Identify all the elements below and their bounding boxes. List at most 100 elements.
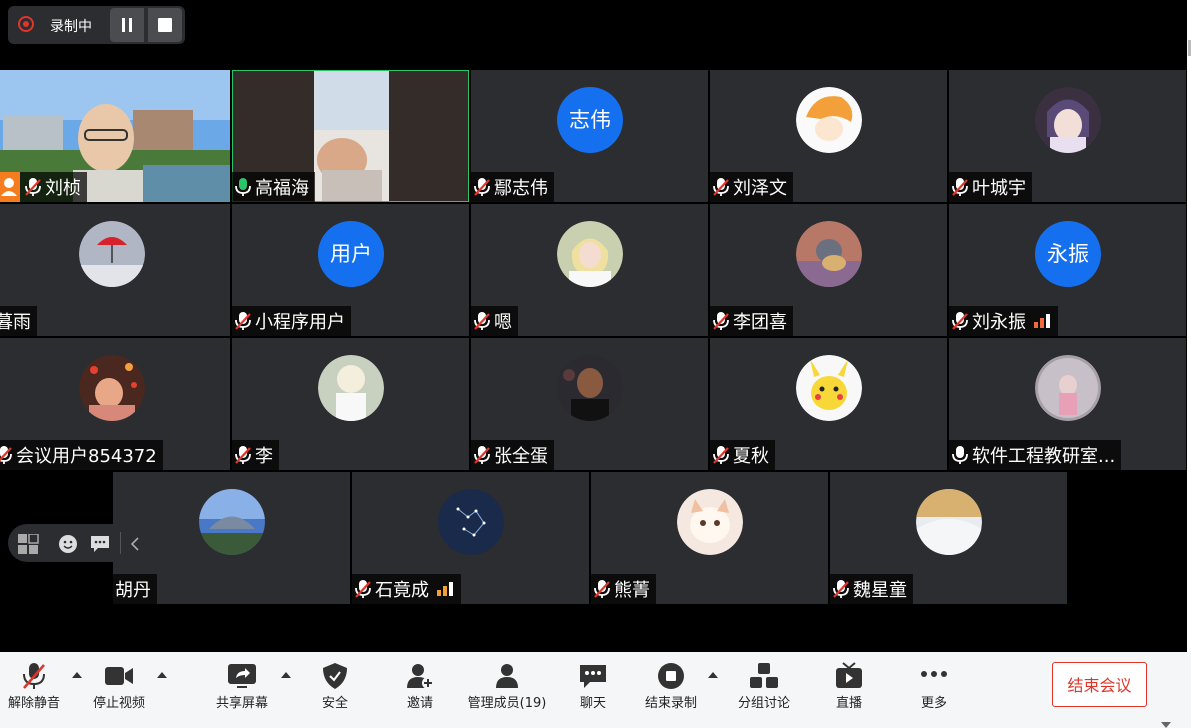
- avatar: [557, 355, 623, 421]
- unmute-button[interactable]: 解除静音: [0, 652, 68, 728]
- participant-name-tag: 刘永振: [949, 306, 1058, 336]
- participant-name: 魏星童: [853, 580, 907, 601]
- add-user-icon: [407, 664, 434, 689]
- more-label: 更多: [920, 696, 947, 711]
- participant-tile[interactable]: 刘桢: [0, 70, 230, 202]
- end-recording-button[interactable]: 结束录制: [637, 652, 705, 728]
- live-label: 直播: [835, 696, 862, 711]
- participant-tile[interactable]: 志伟 鄢志伟: [471, 70, 708, 202]
- chat-bubble-icon[interactable]: [90, 534, 112, 558]
- shield-icon: [323, 663, 347, 689]
- invite-label: 邀请: [406, 696, 433, 711]
- recording-options-caret[interactable]: [708, 672, 718, 678]
- stop-icon: [158, 18, 172, 32]
- participant-tile[interactable]: 嗯: [471, 204, 708, 336]
- participant-name: 石竟成: [375, 580, 429, 601]
- participant-name-tag: 暮雨: [0, 306, 37, 336]
- participant-name: 暮雨: [0, 312, 31, 333]
- participant-name: 刘泽文: [733, 178, 787, 199]
- avatar: 志伟: [557, 87, 623, 153]
- participant-tile[interactable]: 李: [232, 338, 469, 470]
- mic-muted-icon: [712, 311, 730, 331]
- collapse-icon[interactable]: [128, 534, 142, 558]
- avatar: [1035, 87, 1101, 153]
- mic-muted-icon: [712, 445, 730, 465]
- participant-tile[interactable]: 张全蛋: [471, 338, 708, 470]
- share-options-caret[interactable]: [281, 672, 291, 678]
- participant-tile[interactable]: 用户 小程序用户: [232, 204, 469, 336]
- participant-name-tag: 李: [232, 440, 279, 470]
- avatar: [79, 221, 145, 287]
- avatar: [796, 355, 862, 421]
- security-label: 安全: [321, 696, 348, 711]
- share-screen-label: 共享屏幕: [215, 696, 268, 711]
- participant-tile[interactable]: 软件工程教研室...: [949, 338, 1186, 470]
- live-button[interactable]: 直播: [815, 652, 883, 728]
- chevron-down-icon[interactable]: [1161, 722, 1171, 728]
- chat-button[interactable]: 聊天: [559, 652, 627, 728]
- scrollbar[interactable]: [1187, 0, 1191, 652]
- stop-recording-button[interactable]: [148, 8, 182, 42]
- recording-icon: [18, 16, 34, 32]
- participant-name: 刘永振: [972, 312, 1026, 333]
- video-options-caret[interactable]: [157, 672, 167, 678]
- grid-layout-icon[interactable]: [18, 533, 40, 558]
- participant-tile[interactable]: 高福海: [232, 70, 469, 202]
- participant-name: 张全蛋: [494, 446, 548, 467]
- participant-name-tag: 嗯: [471, 306, 518, 336]
- mic-muted-icon: [473, 311, 491, 331]
- participant-name-tag: 鄢志伟: [471, 172, 554, 202]
- participant-name-tag: 软件工程教研室...: [949, 440, 1122, 470]
- mic-muted-icon: [234, 311, 252, 331]
- avatar: [557, 221, 623, 287]
- mic-icon: [951, 445, 969, 465]
- participant-name-tag: 小程序用户: [232, 306, 351, 336]
- participant-tile[interactable]: 夏秋: [710, 338, 947, 470]
- host-icon: [0, 172, 20, 202]
- mic-muted-icon: [0, 445, 13, 465]
- participant-tile[interactable]: 魏星童: [830, 472, 1067, 604]
- chat-label: 聊天: [579, 696, 606, 711]
- stop-video-button[interactable]: 停止视频: [85, 652, 153, 728]
- avatar: 永振: [1035, 221, 1101, 287]
- mic-muted-icon: [234, 445, 252, 465]
- participant-tile[interactable]: 石竟成: [352, 472, 589, 604]
- audio-options-caret[interactable]: [72, 672, 82, 678]
- manage-members-button[interactable]: 管理成员(19): [466, 652, 548, 728]
- end-meeting-button[interactable]: 结束会议: [1052, 662, 1147, 707]
- participant-tile[interactable]: 刘泽文: [710, 70, 947, 202]
- participant-tile[interactable]: 会议用户854372: [0, 338, 230, 470]
- breakout-button[interactable]: 分组讨论: [730, 652, 798, 728]
- avatar: [796, 87, 862, 153]
- more-button[interactable]: 更多: [900, 652, 968, 728]
- participant-tile[interactable]: 熊菁: [591, 472, 828, 604]
- pause-recording-button[interactable]: [110, 8, 144, 42]
- participant-name: 李: [255, 446, 273, 467]
- security-button[interactable]: 安全: [301, 652, 369, 728]
- participant-tile[interactable]: 暮雨: [0, 204, 230, 336]
- participant-name: 高福海: [255, 178, 309, 199]
- participant-name: 小程序用户: [255, 312, 345, 333]
- recording-label: 录制中: [50, 19, 92, 35]
- participant-tile[interactable]: 叶城宇: [949, 70, 1186, 202]
- mic-muted-icon: [951, 311, 969, 331]
- avatar: [916, 489, 982, 555]
- invite-button[interactable]: 邀请: [386, 652, 454, 728]
- avatar: 用户: [318, 221, 384, 287]
- participant-name: 鄢志伟: [494, 178, 548, 199]
- participant-name-tag: 魏星童: [830, 574, 913, 604]
- participant-name-tag: 胡丹: [113, 574, 157, 604]
- participant-name-tag: 会议用户854372: [0, 440, 163, 470]
- live-tv-icon: [836, 662, 862, 688]
- avatar: [1035, 355, 1101, 421]
- floating-controls: [8, 524, 153, 562]
- share-screen-button[interactable]: 共享屏幕: [208, 652, 276, 728]
- emoji-icon[interactable]: [58, 534, 80, 558]
- divider: [120, 532, 121, 554]
- breakout-icon: [750, 663, 778, 688]
- mic-muted-icon: [354, 579, 372, 599]
- breakout-label: 分组讨论: [737, 696, 790, 711]
- mic-muted-icon: [473, 177, 491, 197]
- participant-tile[interactable]: 永振 刘永振: [949, 204, 1186, 336]
- participant-tile[interactable]: 李团喜: [710, 204, 947, 336]
